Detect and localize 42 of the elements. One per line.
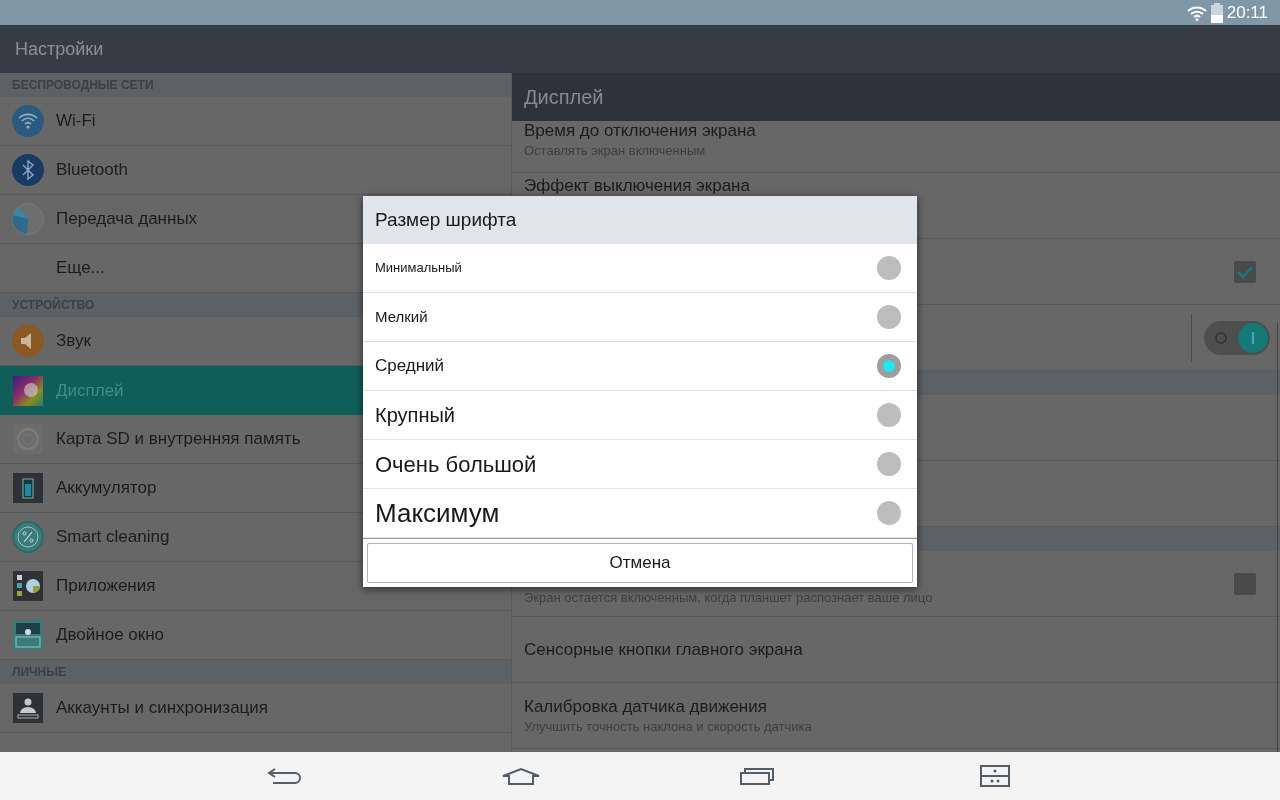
checkbox[interactable] xyxy=(1234,572,1256,595)
home-icon xyxy=(502,767,540,785)
percent-icon xyxy=(12,521,44,553)
pie-chart-icon xyxy=(12,203,44,235)
radio-button[interactable] xyxy=(877,452,901,476)
font-size-option[interactable]: Средний xyxy=(363,342,917,391)
radio-button[interactable] xyxy=(877,354,901,378)
recent-apps-icon xyxy=(740,767,774,785)
font-size-option[interactable]: Очень большой xyxy=(363,440,917,489)
bluetooth-icon xyxy=(12,154,44,186)
clock-time: 20:11 xyxy=(1226,1,1268,24)
speaker-icon xyxy=(12,325,44,357)
back-icon xyxy=(267,767,303,785)
setting-title: Калибровка датчика движения xyxy=(524,695,768,718)
radio-button[interactable] xyxy=(877,501,901,525)
font-size-option[interactable]: Минимальный xyxy=(363,244,917,293)
toggle-switch[interactable] xyxy=(1204,320,1270,355)
multi-window-icon xyxy=(980,765,1010,787)
person-icon xyxy=(13,693,43,723)
setting-title: Время до отключения экрана xyxy=(524,121,757,142)
sidebar-item[interactable]: Wi-Fi xyxy=(0,97,511,146)
apps-icon xyxy=(13,571,43,601)
radio-button[interactable] xyxy=(877,256,901,280)
font-size-option[interactable]: Мелкий xyxy=(363,293,917,342)
color-palette-icon xyxy=(13,375,43,406)
wifi-icon xyxy=(1186,4,1207,21)
wifi-icon xyxy=(12,105,44,137)
dual-window-icon xyxy=(13,620,43,650)
sidebar-item[interactable]: Bluetooth xyxy=(0,146,511,195)
font-size-option[interactable]: Крупный xyxy=(363,391,917,440)
battery-icon xyxy=(1210,2,1223,23)
font-size-option[interactable]: Максимум xyxy=(363,489,917,538)
checkbox[interactable] xyxy=(1234,260,1256,283)
radio-button[interactable] xyxy=(877,403,901,427)
setting-title: Сенсорные кнопки главного экрана xyxy=(524,638,804,661)
detail-title: Дисплей xyxy=(524,85,604,110)
setting-title: Эффект выключения экрана xyxy=(524,175,751,197)
app-title: Настройки xyxy=(15,37,104,61)
battery-icon xyxy=(13,473,43,503)
cancel-button[interactable]: Отмена xyxy=(367,543,913,583)
sidebar-item[interactable]: Аккаунты и синхронизация xyxy=(0,684,511,733)
radio-button[interactable] xyxy=(877,305,901,329)
